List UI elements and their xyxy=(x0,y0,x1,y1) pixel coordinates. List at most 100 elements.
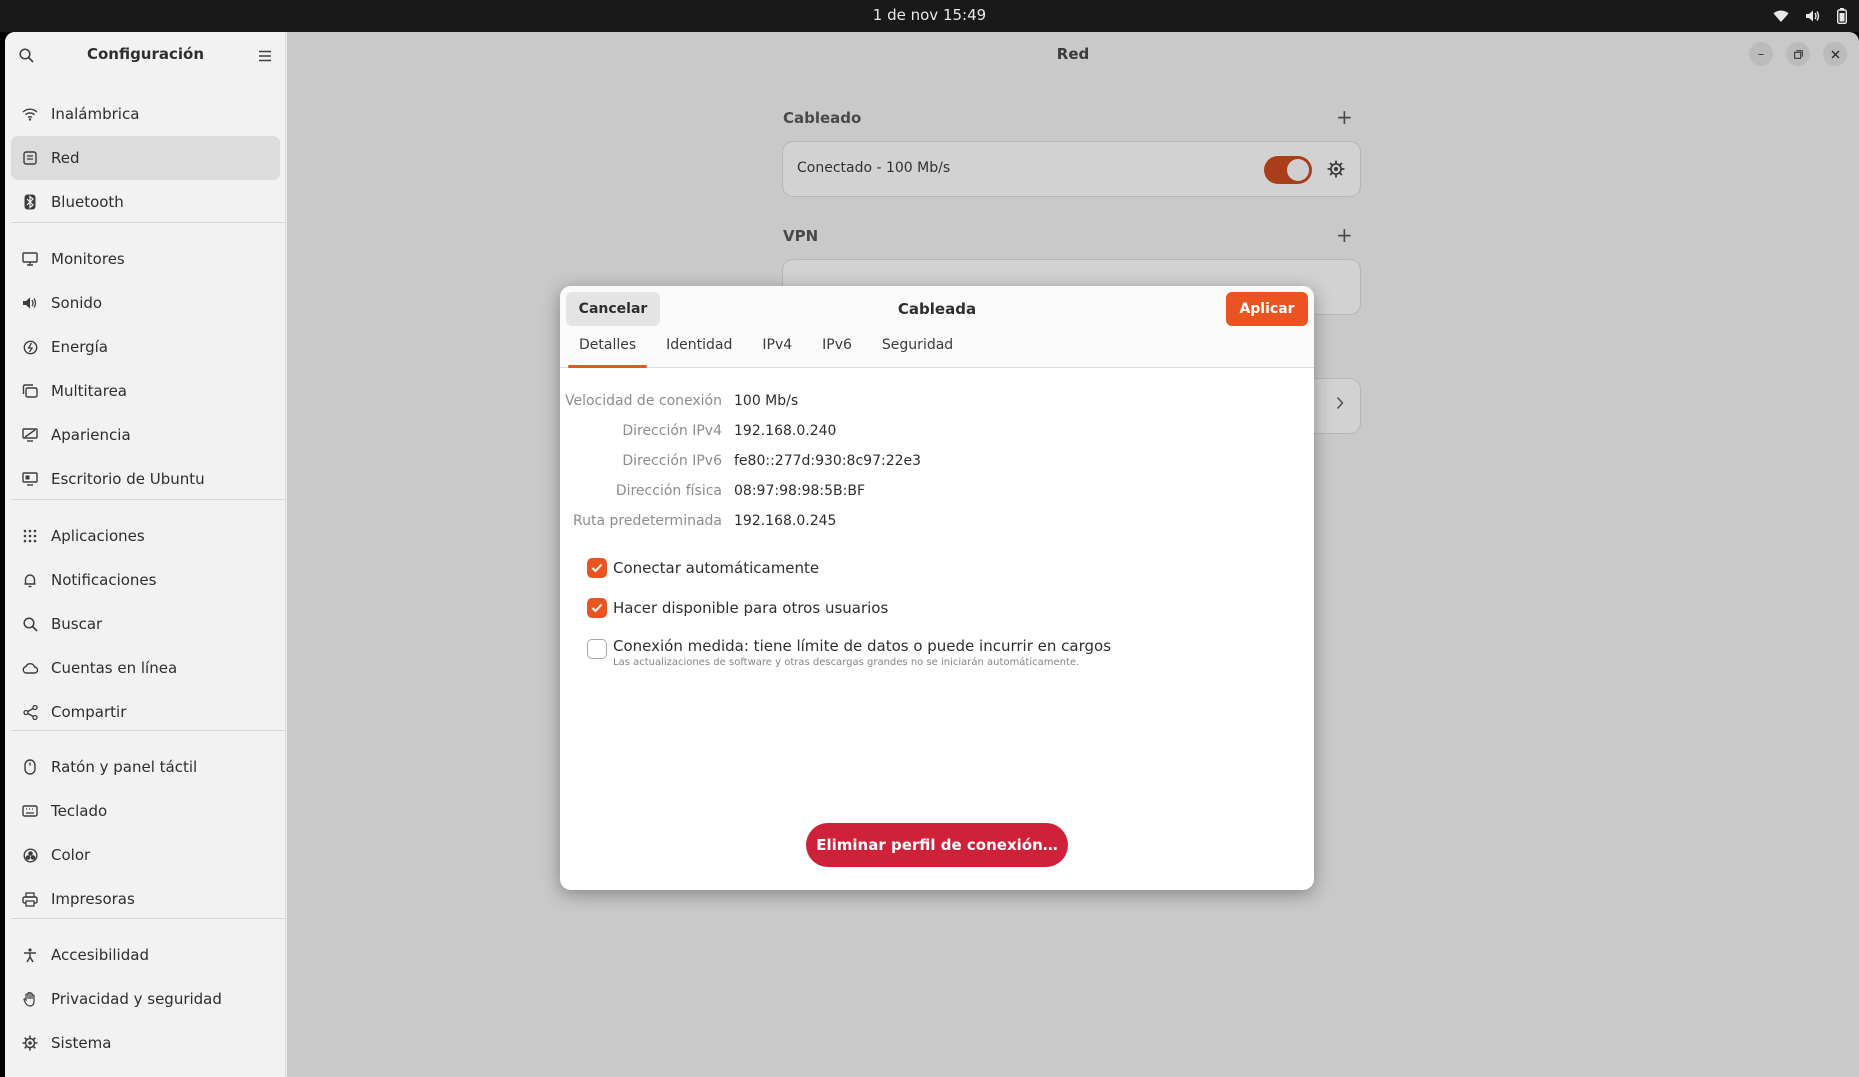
sidebar-item-red[interactable]: Red xyxy=(11,136,280,180)
sidebar-group-device: Monitores Sonido Energía Multitarea Apar… xyxy=(11,237,280,501)
detail-value: 08:97:98:98:5B:BF xyxy=(734,483,866,499)
sidebar-item-label: Energía xyxy=(51,338,108,356)
sidebar-item-monitores[interactable]: Monitores xyxy=(11,237,280,281)
sidebar-item-label: Cuentas en línea xyxy=(51,659,178,677)
detail-value: fe80::277d:930:8c97:22e3 xyxy=(734,453,922,469)
sidebar-item-apariencia[interactable]: Apariencia xyxy=(11,413,280,457)
wifi-icon[interactable] xyxy=(1773,9,1789,23)
details-list: Velocidad de conexión 100 Mb/s Dirección… xyxy=(560,386,1314,536)
sidebar-item-buscar[interactable]: Buscar xyxy=(11,602,280,646)
sidebar-item-privacidad[interactable]: Privacidad y seguridad xyxy=(11,977,280,1021)
sidebar-item-label: Bluetooth xyxy=(51,193,124,211)
detail-value: 100 Mb/s xyxy=(734,393,799,409)
volume-icon[interactable] xyxy=(1805,9,1821,23)
wired-settings-dialog: Cancelar Cableada Aplicar Detalles Ident… xyxy=(560,286,1314,890)
detail-row: Velocidad de conexión 100 Mb/s xyxy=(560,386,1314,416)
bluetooth-icon xyxy=(22,194,38,210)
detail-label: Dirección IPv6 xyxy=(622,453,722,469)
detail-label: Ruta predeterminada xyxy=(573,513,722,529)
detail-label: Dirección IPv4 xyxy=(622,423,722,439)
speaker-icon xyxy=(22,295,38,311)
printer-icon xyxy=(22,891,38,907)
sidebar-divider xyxy=(11,222,286,223)
dialog-header: Cancelar Cableada Aplicar Detalles Ident… xyxy=(560,286,1314,368)
auto-connect-checkbox[interactable] xyxy=(587,558,607,578)
desktop-icon xyxy=(22,471,38,487)
delete-profile-button[interactable]: Eliminar perfil de conexión… xyxy=(806,823,1068,867)
dialog-tabs: Detalles Identidad IPv4 IPv6 Seguridad xyxy=(568,332,972,368)
system-tray[interactable] xyxy=(1773,0,1847,32)
all-users-label: Hacer disponible para otros usuarios xyxy=(613,599,889,617)
sidebar-item-energia[interactable]: Energía xyxy=(11,325,280,369)
sidebar-item-multitarea[interactable]: Multitarea xyxy=(11,369,280,413)
metered-option[interactable]: Conexión medida: tiene límite de datos o… xyxy=(587,637,1111,668)
metered-label: Conexión medida: tiene límite de datos o… xyxy=(613,637,1112,655)
sidebar-item-color[interactable]: Color xyxy=(11,833,280,877)
sidebar-item-compartir[interactable]: Compartir xyxy=(11,690,280,734)
sidebar-item-label: Sonido xyxy=(51,294,103,312)
multitask-icon xyxy=(22,383,38,399)
sidebar-group-system: Accesibilidad Privacidad y seguridad Sis… xyxy=(11,933,280,1065)
sidebar-item-sonido[interactable]: Sonido xyxy=(11,281,280,325)
dialog-title: Cableada xyxy=(897,300,977,318)
tab-detalles[interactable]: Detalles xyxy=(568,332,648,368)
apply-button[interactable]: Aplicar xyxy=(1226,292,1308,326)
tab-ipv6[interactable]: IPv6 xyxy=(811,332,863,368)
sidebar-group-hardware: Ratón y panel táctil Teclado Color Impre… xyxy=(11,745,280,921)
power-icon xyxy=(22,339,38,355)
sidebar-item-aplicaciones[interactable]: Aplicaciones xyxy=(11,514,280,558)
sidebar-item-teclado[interactable]: Teclado xyxy=(11,789,280,833)
metered-text: Conexión medida: tiene límite de datos o… xyxy=(613,637,1111,668)
sidebar-item-label: Teclado xyxy=(51,802,108,820)
top-bar: 1 de nov 15:49 xyxy=(0,0,1859,32)
all-users-checkbox[interactable] xyxy=(587,598,607,618)
sidebar-item-label: Aplicaciones xyxy=(51,527,145,545)
auto-connect-label: Conectar automáticamente xyxy=(613,559,820,577)
sidebar-group-connectivity: Inalámbrica Red Bluetooth xyxy=(11,92,280,224)
sidebar-item-label: Privacidad y seguridad xyxy=(51,990,222,1008)
detail-row: Dirección física 08:97:98:98:5B:BF xyxy=(560,476,1314,506)
accessibility-icon xyxy=(22,947,38,963)
sidebar-item-bluetooth[interactable]: Bluetooth xyxy=(11,180,280,224)
apps-grid-icon xyxy=(22,528,38,544)
color-icon xyxy=(22,847,38,863)
clock[interactable]: 1 de nov 15:49 xyxy=(0,0,1859,32)
detail-value: 192.168.0.240 xyxy=(734,423,837,439)
metered-checkbox[interactable] xyxy=(587,639,607,659)
sidebar: Configuración Inalámbrica Red Bluetooth xyxy=(5,32,286,1077)
sidebar-item-label: Escritorio de Ubuntu xyxy=(51,470,205,488)
sidebar-divider xyxy=(11,918,286,919)
menu-icon[interactable] xyxy=(258,48,272,66)
sidebar-item-label: Ratón y panel táctil xyxy=(51,758,198,776)
tab-seguridad[interactable]: Seguridad xyxy=(871,332,964,368)
metered-sublabel: Las actualizaciones de software y otras … xyxy=(613,657,1080,668)
all-users-option[interactable]: Hacer disponible para otros usuarios xyxy=(587,598,889,618)
auto-connect-option[interactable]: Conectar automáticamente xyxy=(587,558,820,578)
share-icon xyxy=(22,704,38,720)
sidebar-title: Configuración xyxy=(86,45,205,63)
tab-ipv4[interactable]: IPv4 xyxy=(751,332,803,368)
sidebar-item-escritorio-ubuntu[interactable]: Escritorio de Ubuntu xyxy=(11,457,280,501)
sidebar-item-label: Accesibilidad xyxy=(51,946,149,964)
monitor-icon xyxy=(22,251,38,267)
sidebar-item-impresoras[interactable]: Impresoras xyxy=(11,877,280,921)
tab-identidad[interactable]: Identidad xyxy=(655,332,743,368)
appearance-icon xyxy=(22,427,38,443)
sidebar-header: Configuración xyxy=(5,32,286,78)
sidebar-item-label: Apariencia xyxy=(51,426,131,444)
sidebar-item-sistema[interactable]: Sistema xyxy=(11,1021,280,1065)
battery-icon[interactable] xyxy=(1837,8,1847,24)
sidebar-divider xyxy=(11,499,286,500)
sidebar-item-notificaciones[interactable]: Notificaciones xyxy=(11,558,280,602)
sidebar-item-raton[interactable]: Ratón y panel táctil xyxy=(11,745,280,789)
sidebar-item-label: Sistema xyxy=(51,1034,112,1052)
sidebar-item-accesibilidad[interactable]: Accesibilidad xyxy=(11,933,280,977)
keyboard-icon xyxy=(22,803,38,819)
network-icon xyxy=(22,150,38,166)
detail-row: Dirección IPv4 192.168.0.240 xyxy=(560,416,1314,446)
sidebar-item-label: Inalámbrica xyxy=(51,105,140,123)
hand-icon xyxy=(22,991,38,1007)
sidebar-item-inalambrica[interactable]: Inalámbrica xyxy=(11,92,280,136)
sidebar-item-cuentas-en-linea[interactable]: Cuentas en línea xyxy=(11,646,280,690)
sidebar-item-label: Impresoras xyxy=(51,890,135,908)
